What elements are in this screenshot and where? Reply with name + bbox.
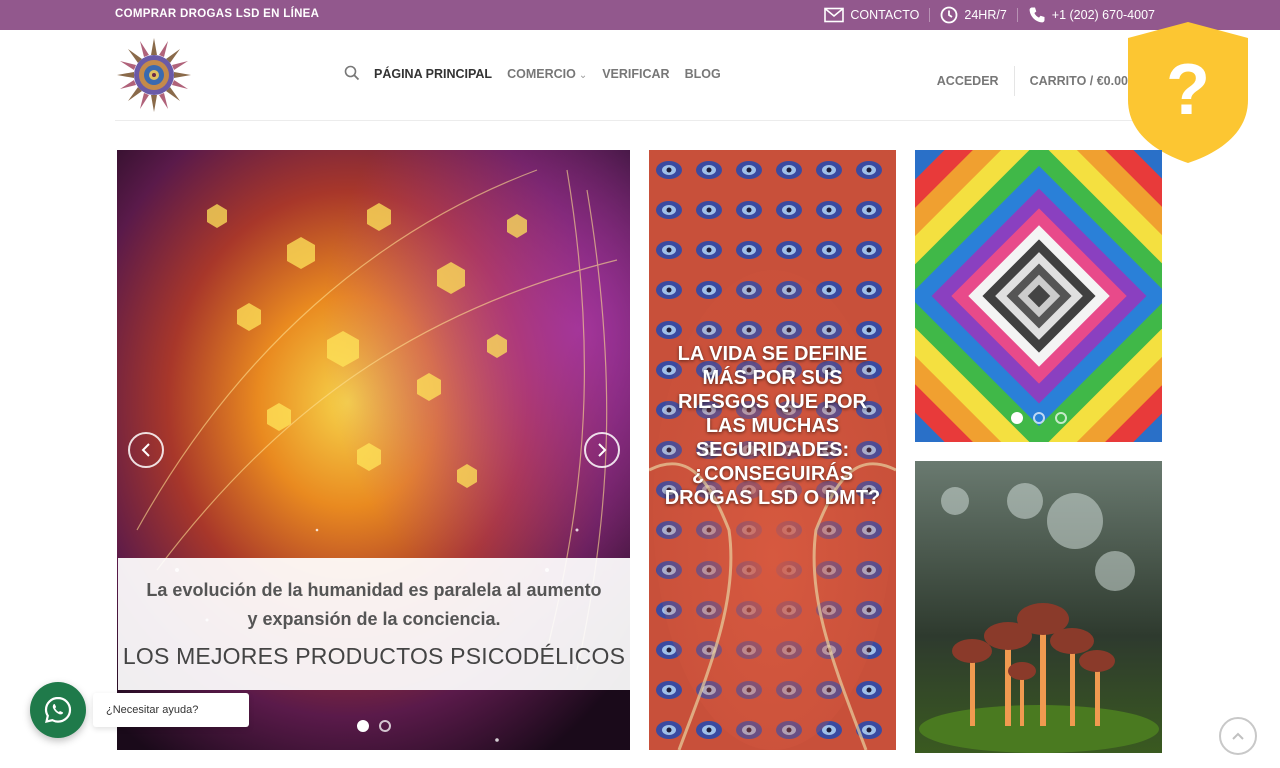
divider [1013,66,1015,96]
slide-caption: La evolución de la humanidad es paralela… [118,558,630,690]
chevron-down-icon: ⌄ [578,69,588,81]
hypnotic-pattern-tile[interactable] [915,150,1162,442]
tile-slider-dot[interactable] [1011,412,1023,424]
login-link[interactable]: ACCEDER [937,74,999,88]
chevron-up-icon [1232,732,1244,740]
whatsapp-help-label[interactable]: ¿Necesitar ayuda? [93,693,249,727]
top-bar: COMPRAR DROGAS LSD EN LÍNEA CONTACTO 24H… [0,0,1280,30]
topbar-links: CONTACTO 24HR/7 +1 (202) 670-4007 [814,5,1165,25]
tile-slider-dot[interactable] [1033,412,1045,424]
hours-link[interactable]: 24HR/7 [930,5,1016,25]
svg-text:?: ? [1166,50,1210,130]
chevron-right-icon [598,443,607,457]
slide-caption-subtitle: La evolución de la humanidad es paralela… [146,580,602,629]
cart-link[interactable]: CARRITO / €0.00 [1030,74,1128,88]
mail-icon [824,7,845,23]
site-logo[interactable] [115,36,193,114]
quote-text: La vida se define más por sus riesgos qu… [664,343,881,509]
slider-prev-button[interactable] [128,432,164,468]
nav-item-blog[interactable]: BLOG [685,67,721,81]
header-divider [115,120,1165,121]
slider-dot[interactable] [357,720,369,732]
mushrooms-tile[interactable] [915,461,1162,753]
hero-slider[interactable]: La evolución de la humanidad es paralela… [117,150,630,750]
slide-caption-heading: LOS MEJORES PRODUCTOS PSICODÉLICOS [122,643,626,669]
mushrooms-image [915,461,1162,753]
topbar-brand: COMPRAR DROGAS LSD EN LÍNEA [115,8,320,20]
main-nav: PÁGINA PRINCIPAL COMERCIO ⌄ VERIFICAR BLO… [344,65,736,81]
contact-link[interactable]: CONTACTO [814,5,929,25]
hypnotic-pattern-image [915,150,1162,442]
phone-icon [1029,7,1045,23]
quote-banner[interactable]: La vida se define más por sus riesgos qu… [649,150,896,750]
account-links: ACCEDER CARRITO / €0.00 [937,66,1128,96]
nav-item-shop-label: COMERCIO [507,66,576,81]
whatsapp-button[interactable] [30,682,86,738]
site-header: PÁGINA PRINCIPAL COMERCIO ⌄ VERIFICAR BLO… [0,30,1280,121]
tile-slider-dots [1011,412,1077,424]
clock-icon [940,6,958,24]
contact-label: CONTACTO [850,8,920,22]
slider-dot[interactable] [379,720,391,732]
nav-item-shop[interactable]: COMERCIO ⌄ [507,67,587,81]
back-to-top-button[interactable] [1219,717,1257,755]
nav-item-home[interactable]: PÁGINA PRINCIPAL [374,67,492,81]
nav-item-verify[interactable]: VERIFICAR [602,67,669,81]
whatsapp-icon [44,696,72,723]
search-icon[interactable] [344,65,360,81]
chevron-left-icon [141,443,150,457]
shield-question-icon[interactable]: ? [1126,20,1250,165]
hours-label: 24HR/7 [964,8,1007,22]
tile-slider-dot[interactable] [1055,412,1067,424]
slider-dots [357,720,401,732]
slider-next-button[interactable] [584,432,620,468]
